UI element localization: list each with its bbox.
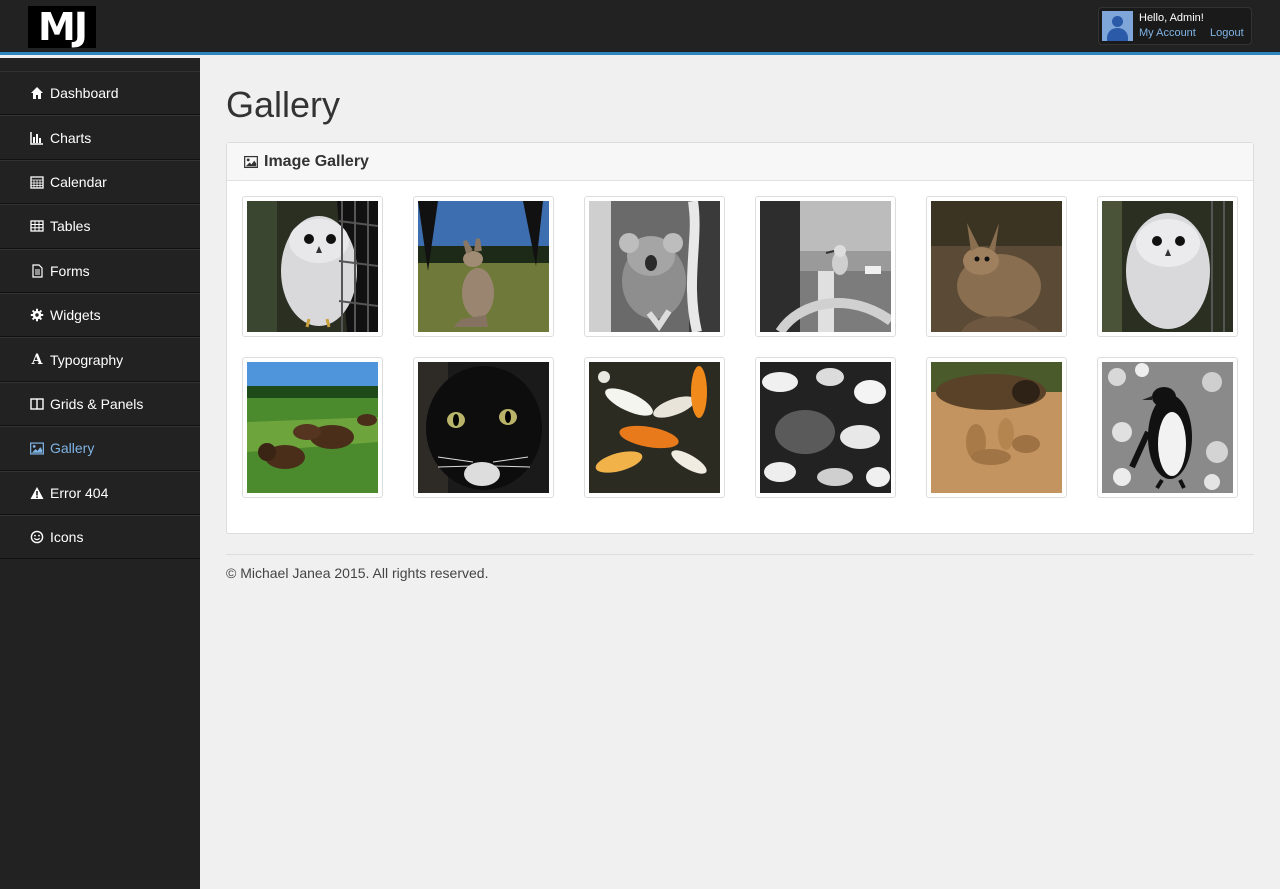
page-title: Gallery bbox=[226, 84, 341, 125]
picture-icon bbox=[244, 155, 258, 169]
user-greeting: Hello, Admin! bbox=[1139, 12, 1204, 24]
sidebar-item-label: Widgets bbox=[50, 307, 101, 324]
top-bar: MJ Hello, Admin! My Account Logout bbox=[0, 0, 1280, 55]
meerkats-image bbox=[931, 362, 1062, 493]
sidebar-item-label: Tables bbox=[50, 218, 91, 235]
panel-header: Image Gallery bbox=[227, 143, 1253, 181]
panel-title: Image Gallery bbox=[264, 152, 369, 170]
calendar-icon bbox=[30, 175, 44, 189]
picture-icon bbox=[30, 441, 44, 455]
gallery-thumb-meerkats[interactable] bbox=[926, 357, 1067, 498]
columns-icon bbox=[30, 397, 44, 411]
sidebar-item-label: Icons bbox=[50, 529, 84, 546]
sidebar-item-label: Dashboard bbox=[50, 85, 119, 102]
gallery-thumb-cat[interactable] bbox=[413, 357, 554, 498]
sidebar-item-label: Calendar bbox=[50, 173, 107, 190]
brand-logo[interactable]: MJ bbox=[28, 6, 96, 48]
sidebar-item-calendar[interactable]: Calendar bbox=[0, 159, 200, 205]
sidebar-item-label: Grids & Panels bbox=[50, 395, 144, 412]
sidebar-item-typography[interactable]: A Typography bbox=[0, 337, 200, 382]
gallery-thumb-wallaby[interactable] bbox=[926, 196, 1067, 337]
sidebar-item-label: Typography bbox=[50, 351, 124, 368]
koi-fish-image bbox=[589, 362, 720, 493]
wallaby-image bbox=[931, 201, 1062, 332]
logout-link[interactable]: Logout bbox=[1210, 27, 1244, 39]
sidebar-item-error-404[interactable]: Error 404 bbox=[0, 470, 200, 515]
koala-image bbox=[589, 201, 720, 332]
gallery-thumb-koi-fish[interactable] bbox=[584, 357, 725, 498]
penguin-image bbox=[1102, 362, 1233, 493]
owl-image bbox=[247, 201, 378, 332]
my-account-link[interactable]: My Account bbox=[1139, 27, 1196, 39]
table-icon bbox=[30, 219, 44, 233]
gallery-thumb-kookaburra[interactable] bbox=[755, 196, 896, 337]
sidebar-item-gallery[interactable]: Gallery bbox=[0, 426, 200, 471]
gallery-thumb-bison[interactable] bbox=[242, 357, 383, 498]
gallery-thumb-kangaroo[interactable] bbox=[413, 196, 554, 337]
kangaroo-image bbox=[418, 201, 549, 332]
sidebar-item-grids-panels[interactable]: Grids & Panels bbox=[0, 381, 200, 427]
avatar[interactable] bbox=[1102, 11, 1133, 41]
sidebar-item-forms[interactable]: Forms bbox=[0, 248, 200, 293]
sidebar-item-tables[interactable]: Tables bbox=[0, 204, 200, 249]
leaves-image bbox=[760, 362, 891, 493]
footer-divider bbox=[226, 554, 1254, 555]
font-icon: A bbox=[31, 351, 43, 368]
user-box: Hello, Admin! My Account Logout bbox=[1098, 7, 1252, 45]
cat-image bbox=[418, 362, 549, 493]
image-gallery-panel: Image Gallery bbox=[226, 142, 1254, 534]
sidebar-item-label: Charts bbox=[50, 129, 92, 146]
sidebar-item-label: Gallery bbox=[50, 440, 95, 457]
bar-chart-icon bbox=[30, 131, 44, 145]
sidebar: Dashboard Charts Calendar Tables Forms W… bbox=[0, 58, 200, 889]
gallery-thumb-leaves[interactable] bbox=[755, 357, 896, 498]
sidebar-item-label: Forms bbox=[50, 262, 90, 279]
bison-image bbox=[247, 362, 378, 493]
gallery-thumb-koala[interactable] bbox=[584, 196, 725, 337]
file-icon bbox=[30, 264, 44, 278]
sidebar-item-label: Error 404 bbox=[50, 484, 109, 501]
smile-icon bbox=[30, 530, 44, 544]
gallery-thumb-owl-2[interactable] bbox=[1097, 196, 1238, 337]
gear-icon bbox=[30, 308, 44, 322]
gallery-thumb-penguin[interactable] bbox=[1097, 357, 1238, 498]
sidebar-item-widgets[interactable]: Widgets bbox=[0, 292, 200, 338]
gallery-thumb-owl[interactable] bbox=[242, 196, 383, 337]
sidebar-item-charts[interactable]: Charts bbox=[0, 115, 200, 160]
sidebar-item-icons[interactable]: Icons bbox=[0, 514, 200, 560]
sidebar-item-dashboard[interactable]: Dashboard bbox=[0, 71, 200, 116]
footer-text: © Michael Janea 2015. All rights reserve… bbox=[226, 565, 489, 581]
kookaburra-image bbox=[760, 201, 891, 332]
home-icon bbox=[30, 86, 44, 100]
warning-icon bbox=[30, 486, 44, 500]
owl-image bbox=[1102, 201, 1233, 332]
